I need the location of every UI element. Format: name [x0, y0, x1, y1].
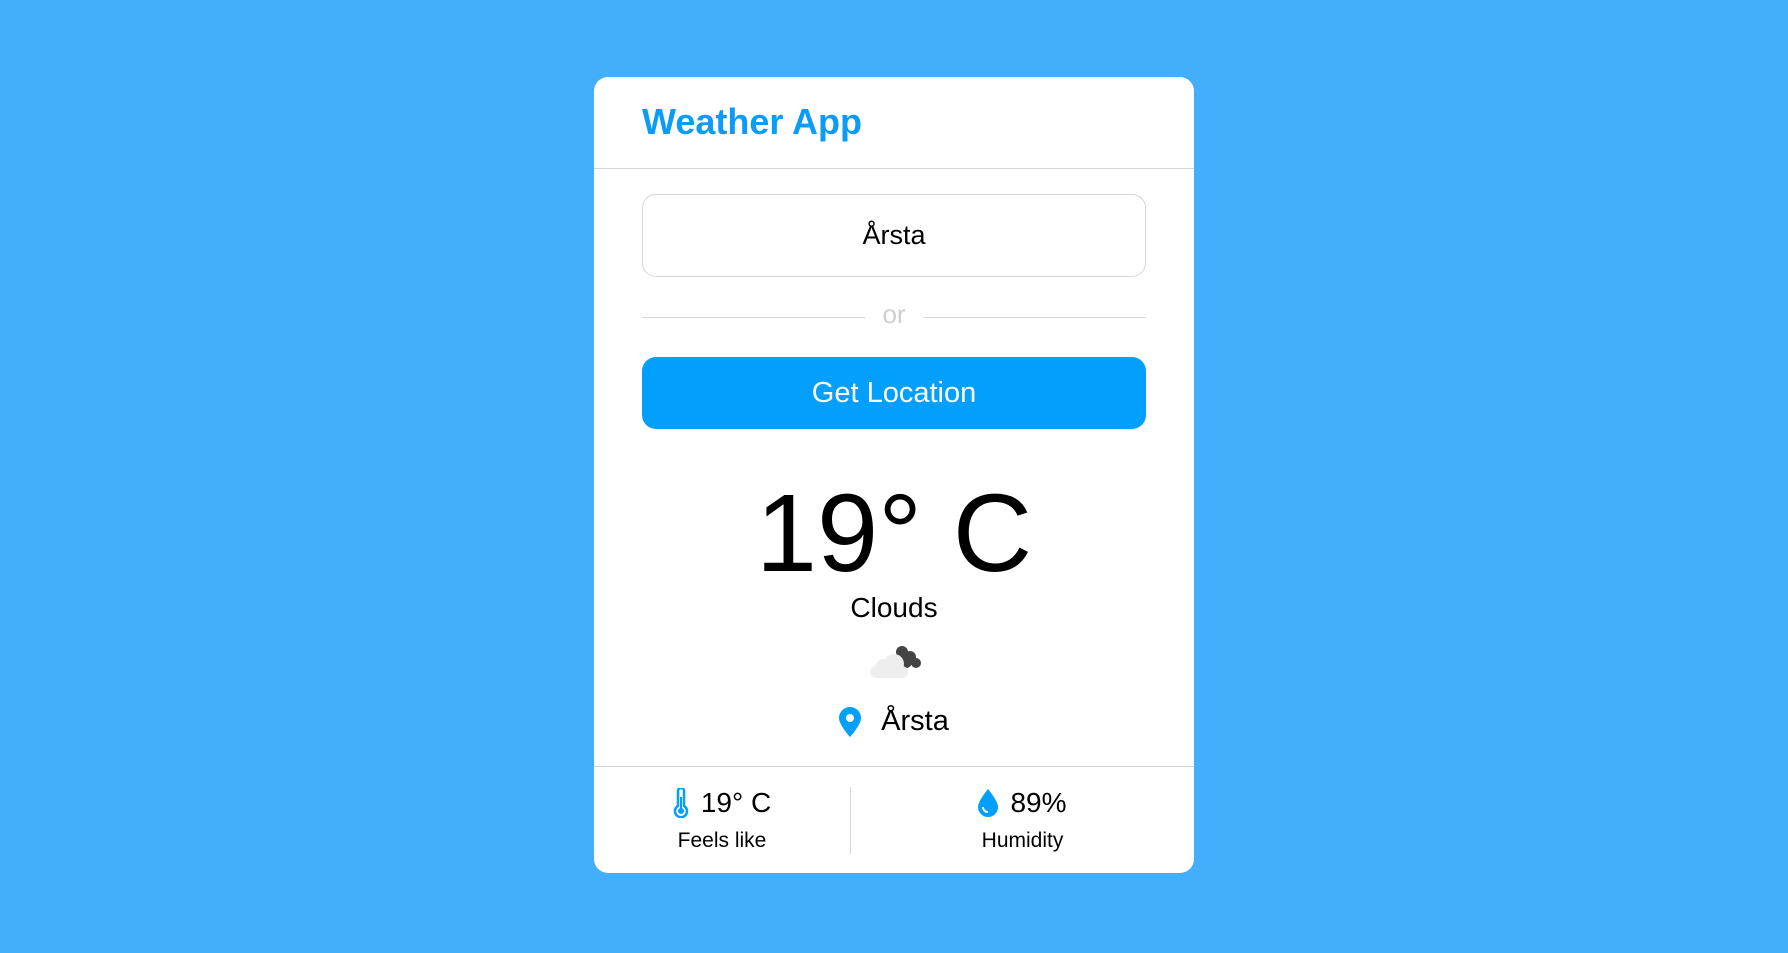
app-title: Weather App: [642, 101, 863, 142]
map-pin-icon: [839, 706, 862, 737]
or-divider: or: [642, 299, 1146, 335]
feels-like-label: Feels like: [677, 829, 767, 852]
card-header: Weather App: [594, 77, 1194, 169]
temperature: 19° C: [755, 472, 1033, 595]
weather-description: Clouds: [850, 592, 938, 623]
get-location-button[interactable]: Get Location: [642, 357, 1146, 429]
humidity-stat: 89% Humidity: [851, 787, 1194, 853]
water-drop-icon: [978, 789, 999, 817]
location-display: Årsta: [594, 705, 1194, 738]
divider-line: [923, 317, 1146, 318]
feels-like-stat: 19° C Feels like: [594, 787, 850, 853]
city-search-input[interactable]: [642, 194, 1146, 277]
details-bar: 19° C Feels like 89% Humidity: [594, 766, 1194, 873]
humidity-label: Humidity: [981, 829, 1064, 852]
feels-like-value: 19° C: [700, 787, 772, 818]
weather-card: Weather App or Get Location 19° C Clouds…: [594, 77, 1194, 873]
broken-clouds-icon: [870, 646, 921, 678]
humidity-value: 89%: [1010, 787, 1067, 818]
location-name: Årsta: [881, 705, 949, 737]
thermometer-icon: [673, 788, 689, 818]
or-text: or: [882, 299, 906, 329]
